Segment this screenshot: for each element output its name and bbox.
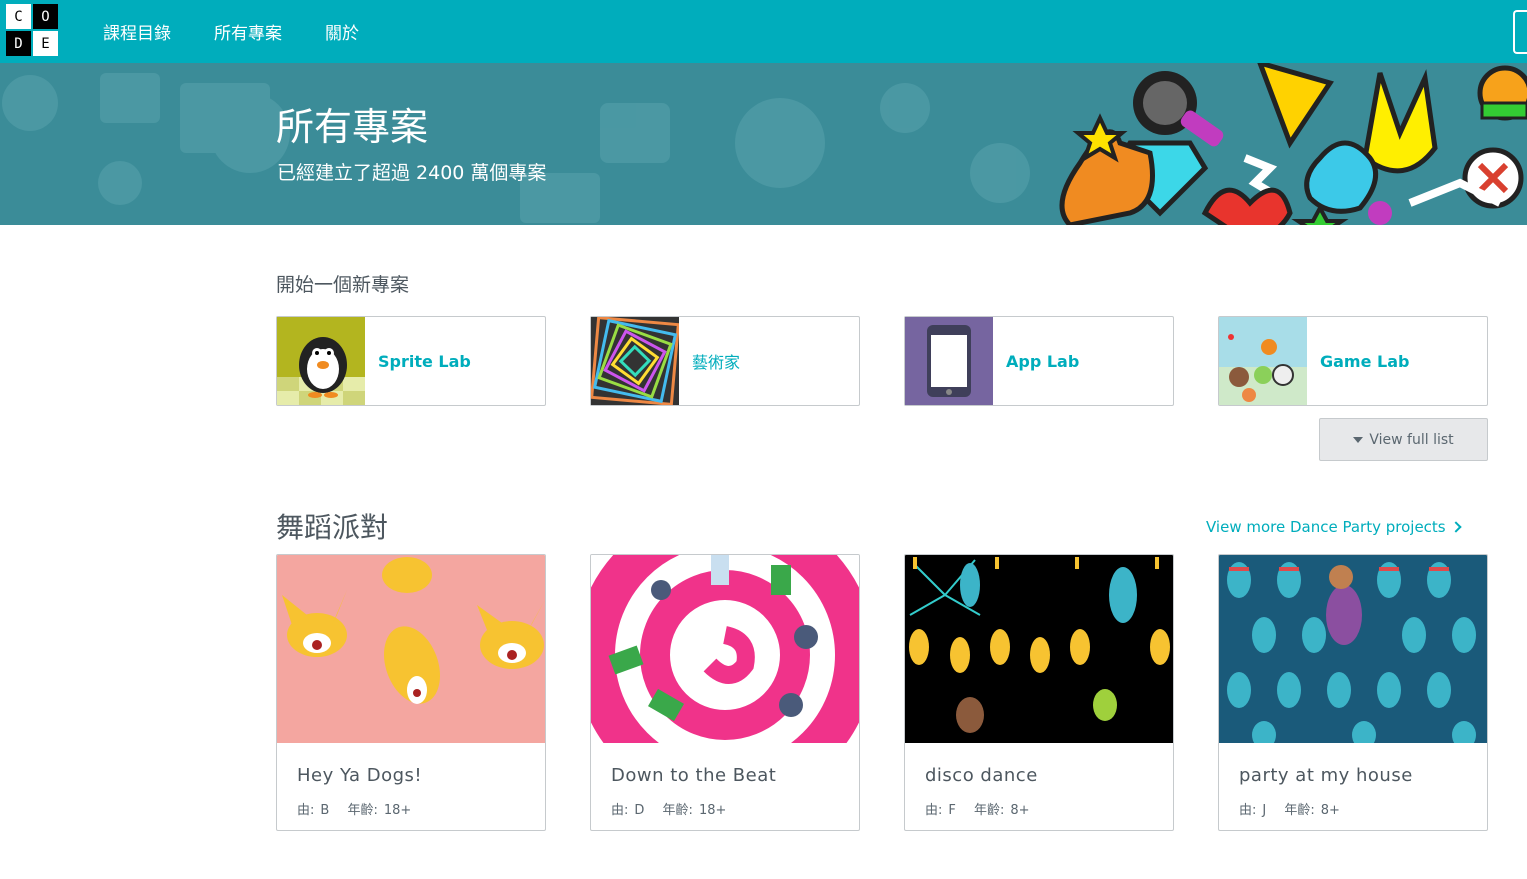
by-label: 由: [611, 803, 629, 818]
party-house-image [1219, 555, 1487, 743]
logo-letter-d: D [6, 31, 31, 56]
view-full-list-label: View full list [1369, 431, 1454, 448]
age-label: 年齡: [974, 803, 1005, 818]
age-label: 年齡: [1284, 803, 1315, 818]
nav-all-projects[interactable]: 所有專案 [214, 19, 282, 44]
project-meta: 由: B 年齡: 18+ [297, 799, 417, 818]
spiral-art-icon [591, 317, 679, 405]
project-name: disco dance [925, 765, 1038, 786]
project-name: Down to the Beat [611, 765, 777, 786]
start-card-sprite-lab[interactable]: Sprite Lab [276, 316, 546, 406]
app-lab-label: App Lab [1006, 351, 1080, 371]
project-thumbnail [591, 555, 859, 743]
caret-down-icon [1353, 436, 1364, 443]
main-nav: 課程目錄 所有專案 關於 [103, 0, 359, 63]
characters-icon [1219, 317, 1307, 405]
start-new-project-heading: 開始一個新專案 [276, 274, 410, 296]
logo-letter-c: C [6, 4, 31, 29]
disco-dance-image [905, 555, 1173, 743]
project-card[interactable]: disco dance 由: F 年齡: 8+ [904, 554, 1174, 831]
project-thumbnail [277, 555, 545, 743]
project-age: 8+ [1010, 803, 1030, 818]
project-card[interactable]: party at my house 由: J 年齡: 8+ [1218, 554, 1488, 831]
project-age: 18+ [383, 803, 412, 818]
view-more-dance-link[interactable]: View more Dance Party projects [1206, 518, 1462, 536]
by-label: 由: [925, 803, 943, 818]
phone-icon [905, 317, 993, 405]
project-name: Hey Ya Dogs! [297, 765, 423, 786]
project-author: F [948, 803, 956, 818]
start-card-app-lab[interactable]: App Lab [904, 316, 1174, 406]
project-card[interactable]: Hey Ya Dogs! 由: B 年齡: 18+ [276, 554, 546, 831]
project-meta: 由: F 年齡: 8+ [925, 799, 1036, 818]
project-card[interactable]: Down to the Beat 由: D 年齡: 18+ [590, 554, 860, 831]
start-card-game-lab[interactable]: Game Lab [1218, 316, 1488, 406]
dance-party-heading: 舞蹈派對 [276, 511, 389, 544]
hero-decoration [2, 63, 1527, 225]
code-logo[interactable]: C O D E [6, 4, 58, 56]
sprite-lab-label: Sprite Lab [378, 351, 471, 371]
project-meta: 由: J 年齡: 8+ [1239, 799, 1346, 818]
project-author: D [634, 803, 645, 818]
by-label: 由: [297, 803, 315, 818]
logo-letter-e: E [33, 31, 58, 56]
nav-course-catalog[interactable]: 課程目錄 [103, 19, 171, 44]
penguin-icon [277, 317, 365, 405]
project-thumbnail [1219, 555, 1487, 743]
view-full-list-button[interactable]: View full list [1319, 418, 1488, 461]
sign-in-button[interactable] [1513, 10, 1527, 54]
project-meta: 由: D 年齡: 18+ [611, 799, 732, 818]
project-author: B [320, 803, 330, 818]
nav-about[interactable]: 關於 [325, 19, 359, 44]
project-thumbnail [905, 555, 1173, 743]
dog-dance-image [277, 555, 545, 743]
age-label: 年齡: [347, 803, 378, 818]
start-card-artist[interactable]: 藝術家 [590, 316, 860, 406]
game-lab-label: Game Lab [1320, 351, 1410, 371]
age-label: 年齡: [662, 803, 693, 818]
project-age: 18+ [698, 803, 727, 818]
logo-letter-o: O [33, 4, 58, 29]
hero-banner: 所有專案 已經建立了超過 2400 萬個專案 [0, 63, 1527, 225]
by-label: 由: [1239, 803, 1257, 818]
spiral-dance-image [591, 555, 859, 743]
project-author: J [1262, 803, 1267, 818]
page-title: 所有專案 [276, 105, 429, 149]
artist-label: 藝術家 [692, 353, 741, 372]
top-navigation-bar: C O D E 課程目錄 所有專案 關於 [0, 0, 1527, 63]
view-more-dance-label: View more Dance Party projects [1206, 518, 1446, 536]
project-age: 8+ [1320, 803, 1340, 818]
project-count-subtitle: 已經建立了超過 2400 萬個專案 [277, 162, 547, 184]
chevron-right-icon [1449, 521, 1462, 533]
project-name: party at my house [1239, 765, 1413, 786]
